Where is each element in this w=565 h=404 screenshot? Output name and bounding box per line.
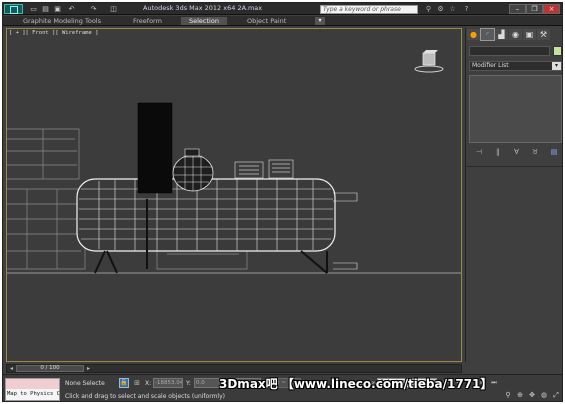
window-title: Autodesk 3ds Max 2012 x64 2A.max <box>143 4 263 12</box>
minimize-button[interactable]: – <box>509 4 526 14</box>
object-color-swatch[interactable] <box>553 46 562 56</box>
window-controls: – ❐ × <box>509 4 560 14</box>
tab-freeform[interactable]: Freeform <box>133 17 162 25</box>
orbit-icon[interactable]: ◍ <box>539 390 549 400</box>
search-input[interactable]: Type a keyword or phrase <box>320 5 418 14</box>
maximize-viewport-icon[interactable]: ⤢ <box>551 390 561 400</box>
modifier-list-label: Modifier List <box>472 62 509 69</box>
modifier-list-dropdown[interactable]: Modifier List ▾ <box>469 61 562 71</box>
selection-count: None Selecte <box>65 380 105 387</box>
new-icon[interactable]: ▭ <box>29 5 38 13</box>
close-button[interactable]: × <box>543 4 560 14</box>
zoom-icon[interactable]: ⚲ <box>503 390 513 400</box>
pin-stack-icon[interactable]: ⊣ <box>474 148 484 157</box>
modify-icon[interactable]: ◜ <box>480 28 495 41</box>
tab-graphite-modeling-tools[interactable]: Graphite Modeling Tools <box>23 17 101 25</box>
absolute-offset-icon[interactable]: ⊞ <box>132 378 142 388</box>
utilities-icon[interactable]: ⚒ <box>537 29 550 40</box>
tab-object-paint[interactable]: Object Paint <box>247 17 286 25</box>
title-bar: ▭ ▤ ▣ ↶ ↷ ◫ Autodesk 3ds Max 2012 x64 2A… <box>3 3 562 15</box>
command-panel: ● ◜ ▟ ◉ ▣ ⚒ Modifier List ▾ ⊣ ‖ ∀ ♉ ▤ <box>465 28 562 362</box>
open-icon[interactable]: ▤ <box>41 5 50 13</box>
vase-wireframe <box>172 148 214 192</box>
maxscript-output: Map to Physics C <box>7 391 60 397</box>
help-icon[interactable]: ? <box>462 5 471 13</box>
3ds-max-window: ▭ ▤ ▣ ↶ ↷ ◫ Autodesk 3ds Max 2012 x64 2A… <box>2 2 563 402</box>
prompt-line: Click and drag to select and scale objec… <box>65 393 225 400</box>
watermark-text: 3Dmax吧 【www.lineco.com/tieba/1771】 <box>219 377 493 391</box>
show-end-result-icon[interactable]: ‖ <box>493 148 503 157</box>
object-name-field[interactable] <box>469 46 550 56</box>
x-label: X: <box>145 380 152 387</box>
selection-lock-button[interactable]: 🔒 <box>119 378 129 388</box>
pan-icon[interactable]: ✥ <box>527 390 537 400</box>
chevron-down-icon: ▾ <box>552 62 561 70</box>
search-icon[interactable]: ⚲ <box>424 5 433 13</box>
hierarchy-icon[interactable]: ▟ <box>495 29 508 40</box>
tv-cabinet-wireframe <box>76 178 358 274</box>
project-icon[interactable]: ◫ <box>109 5 118 13</box>
make-unique-icon[interactable]: ∀ <box>512 148 522 157</box>
wireframe-scene <box>7 102 461 274</box>
ribbon-tabs: Graphite Modeling Tools Freeform Selecti… <box>3 16 562 26</box>
app-logo-icon[interactable] <box>4 4 23 14</box>
modifier-stack[interactable] <box>469 75 562 143</box>
dishes-wireframe <box>234 159 294 179</box>
remove-modifier-icon[interactable]: ♉ <box>530 148 540 157</box>
undo-icon[interactable]: ↶ <box>67 5 76 13</box>
restore-button[interactable]: ❐ <box>526 4 543 14</box>
tab-selection[interactable]: Selection <box>181 17 227 25</box>
ribbon-dropdown-button[interactable]: ▾ <box>315 17 325 25</box>
next-frame-icon[interactable]: ▸ <box>84 365 93 372</box>
create-icon[interactable]: ● <box>467 29 480 40</box>
save-icon[interactable]: ▣ <box>53 5 62 13</box>
speaker-object <box>137 102 173 194</box>
motion-icon[interactable]: ◉ <box>509 29 522 40</box>
configure-modifier-sets-icon[interactable]: ▤ <box>549 148 559 157</box>
maxscript-listener[interactable]: Map to Physics C <box>5 378 60 401</box>
front-viewport[interactable]: [ + ][ Front ][ Wireframe ] <box>6 28 462 362</box>
infocenter-icon[interactable]: ⚙ <box>436 5 445 13</box>
previous-frame-icon[interactable]: ◂ <box>7 365 16 372</box>
maxscript-mini-listener-input[interactable] <box>6 379 59 389</box>
panel-divider <box>466 166 562 167</box>
y-label: Y: <box>186 380 191 387</box>
redo-icon[interactable]: ↷ <box>89 5 98 13</box>
zoom-all-icon[interactable]: ⊕ <box>515 390 525 400</box>
x-coordinate-field[interactable]: -18853.04 <box>153 378 183 388</box>
favorites-icon[interactable]: ☆ <box>448 5 457 13</box>
stack-tools: ⊣ ‖ ∀ ♉ ▤ <box>474 148 559 158</box>
time-slider-thumb[interactable]: 0 / 100 <box>16 365 84 372</box>
display-icon[interactable]: ▣ <box>523 29 536 40</box>
command-panel-tabs: ● ◜ ▟ ◉ ▣ ⚒ <box>467 28 562 41</box>
time-slider[interactable]: ◂ 0 / 100 ▸ <box>6 364 462 373</box>
